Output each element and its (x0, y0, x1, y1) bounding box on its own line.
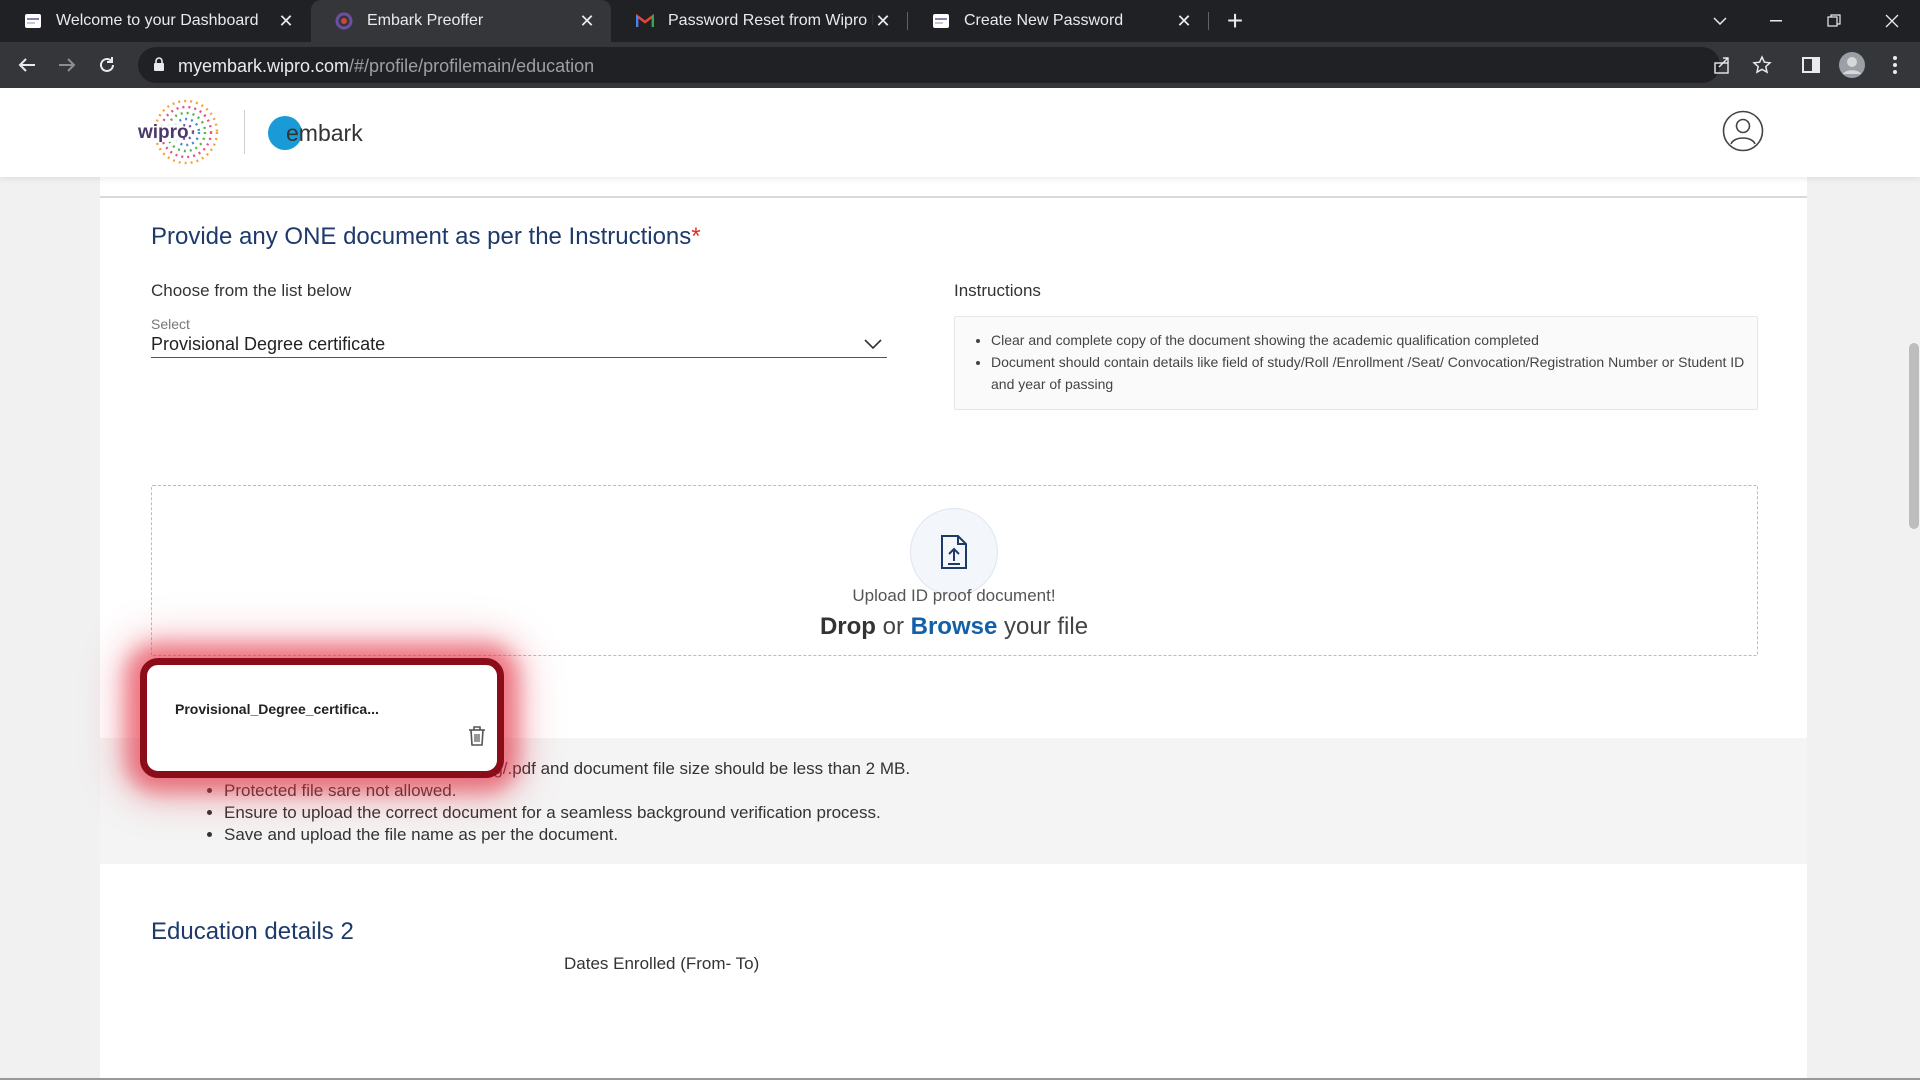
lock-icon[interactable] (152, 56, 166, 77)
tab-password-reset[interactable]: Password Reset from Wipro Limi ✕ (612, 0, 907, 42)
tab-search-chevron-icon[interactable] (1692, 0, 1748, 42)
tab-create-new-password[interactable]: Create New Password ✕ (908, 0, 1208, 42)
bookmark-star-icon[interactable] (1747, 50, 1777, 80)
instruction-item: Document should contain details like fie… (991, 351, 1746, 395)
share-icon[interactable] (1707, 50, 1737, 80)
browse-link[interactable]: Browse (911, 613, 998, 640)
wipro-wordmark: wipro (137, 122, 189, 143)
required-mark: * (691, 223, 701, 250)
close-icon[interactable]: ✕ (1174, 11, 1194, 31)
note-item: Ensure to upload the correct document fo… (224, 802, 910, 824)
minimize-icon[interactable] (1748, 0, 1804, 42)
address-bar[interactable]: myembark.wipro.com/#/profile/profilemain… (138, 47, 1720, 83)
trash-icon[interactable] (467, 725, 487, 752)
user-avatar-icon[interactable] (1722, 110, 1764, 152)
instruction-item: Clear and complete copy of the document … (991, 329, 1746, 351)
new-tab-button[interactable]: + (1220, 6, 1250, 36)
note-item: Save and upload the file name as per the… (224, 824, 910, 846)
site-header: wipro embark (0, 88, 1920, 177)
select-value[interactable]: Provisional Degree certificate (151, 334, 385, 355)
embark-name: mbark (298, 120, 363, 146)
close-icon[interactable]: ✕ (276, 11, 296, 31)
your-file-text: your file (1004, 613, 1089, 640)
uploaded-file-name: Provisional_Degree_certifica... (175, 701, 379, 717)
logo-divider (244, 110, 245, 154)
section-divider (100, 196, 1807, 198)
tab-title: Password Reset from Wipro Limi (668, 12, 873, 29)
select-caption: Select (151, 316, 190, 332)
tab-separator (907, 12, 908, 30)
page-scrollbar[interactable] (1908, 88, 1920, 1080)
tab-embark-preoffer[interactable]: Embark Preoffer ✕ (311, 0, 611, 42)
close-icon[interactable]: ✕ (577, 11, 597, 31)
education-details-2-title: Education details 2 (151, 918, 354, 945)
close-icon[interactable]: ✕ (873, 11, 893, 31)
back-arrow-icon[interactable] (12, 50, 42, 80)
upload-label: Upload ID proof document! (852, 586, 1056, 605)
tab-title: Embark Preoffer (367, 12, 484, 29)
note-item: Protected file sare not allowed. (224, 780, 910, 802)
tab-title: Create New Password (964, 12, 1124, 29)
dates-enrolled-label: Dates Enrolled (From- To) (564, 954, 760, 973)
embark-favicon-icon (335, 12, 353, 30)
choose-label: Choose from the list below (151, 281, 352, 300)
browser-tab-bar: Welcome to your Dashboard ✕ Embark Preof… (0, 0, 1920, 42)
browser-toolbar: myembark.wipro.com/#/profile/profilemain… (0, 42, 1920, 88)
instructions-box: Clear and complete copy of the document … (954, 316, 1758, 410)
tab-title: Welcome to your Dashboard (56, 12, 259, 29)
instructions-label: Instructions (954, 281, 1041, 300)
drop-text: Drop (819, 613, 876, 640)
drop-browse-line: Drop or Browse your file (654, 613, 1254, 641)
restore-icon[interactable] (1806, 0, 1862, 42)
scrollbar-thumb[interactable] (1909, 343, 1919, 529)
documents-title: Provide any ONE document as per the Inst… (151, 223, 701, 250)
gmail-icon (636, 12, 654, 30)
tab-welcome-dashboard[interactable]: Welcome to your Dashboard ✕ (0, 0, 310, 42)
upload-file-icon[interactable] (910, 508, 998, 596)
more-menu-icon[interactable] (1880, 50, 1910, 80)
wipro-favicon-icon (24, 12, 42, 30)
tab-separator (1208, 12, 1209, 30)
wipro-logo[interactable]: wipro (136, 98, 222, 166)
url-text: myembark.wipro.com/#/profile/profilemain… (178, 56, 595, 76)
or-text: or (882, 613, 904, 640)
embark-first-letter: e (286, 120, 299, 146)
side-panel-icon[interactable] (1796, 50, 1826, 80)
page-viewport: wipro embark Provide any ONE document as… (0, 88, 1920, 1080)
wipro-favicon-icon (932, 12, 950, 30)
uploaded-file-card[interactable]: Provisional_Degree_certifica... (140, 658, 504, 778)
forward-arrow-icon[interactable] (52, 50, 82, 80)
chevron-down-icon[interactable] (864, 336, 882, 354)
profile-avatar-icon[interactable] (1837, 50, 1867, 80)
reload-icon[interactable] (92, 50, 122, 80)
window-close-icon[interactable] (1864, 0, 1920, 42)
